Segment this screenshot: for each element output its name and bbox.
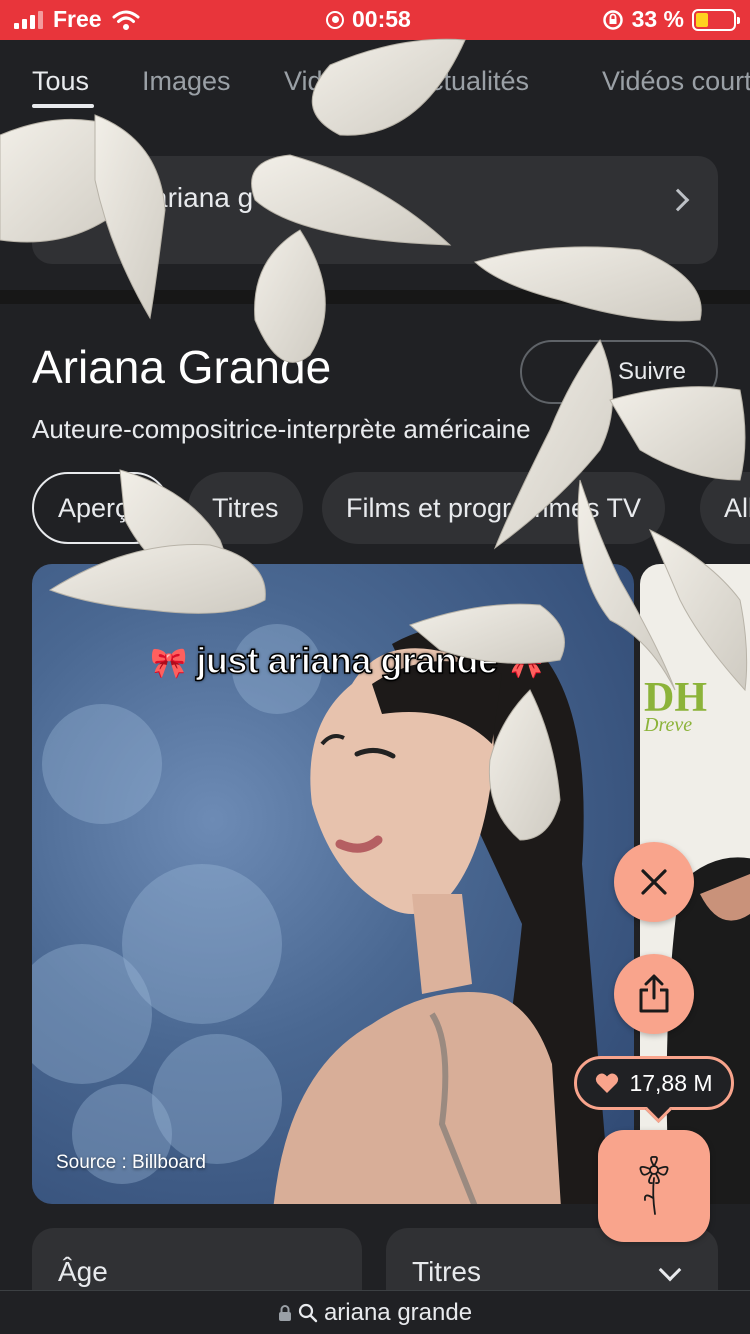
share-icon [639, 974, 669, 1013]
bow-emoji: 🎀 [150, 647, 187, 680]
chip-films-tv[interactable]: Films et programmes TV [322, 472, 666, 544]
tab-videos[interactable]: Vidéos [284, 66, 366, 97]
wifi-icon [112, 10, 140, 30]
secondary-image-logo-sub: Dreve [644, 714, 693, 736]
songs-card-label: Titres [412, 1256, 481, 1287]
active-tab-indicator [32, 104, 94, 108]
age-card-label: Âge [58, 1256, 108, 1287]
carrier-name: Free [53, 6, 102, 32]
chip-albums[interactable]: Albums [700, 472, 750, 544]
entity-title: Ariana Grande [32, 341, 332, 393]
section-divider [0, 290, 750, 304]
status-bar: Free 00:58 33 % [0, 0, 750, 40]
tab-images[interactable]: Images [142, 66, 231, 97]
tab-news[interactable]: Actualités [412, 66, 529, 97]
entity-chips: Aperçu Titres Films et programmes TV Alb… [0, 472, 750, 544]
video-caption-text: just ariana grande [196, 639, 499, 682]
image-source: Source : Billboard [56, 1152, 206, 1173]
entity-subtitle: Auteure-compositrice-interprète américai… [32, 414, 531, 444]
search-icon [298, 1303, 318, 1322]
chevron-down-icon [658, 1258, 682, 1282]
rotation-lock-icon [602, 9, 623, 30]
url-bar[interactable]: ariana grande [0, 1290, 750, 1334]
lock-icon [278, 1304, 291, 1321]
url-text: ariana grande [323, 1298, 473, 1326]
record-icon [326, 10, 344, 29]
chevron-right-icon [666, 188, 690, 212]
share-button[interactable] [614, 954, 694, 1034]
bow-emoji: 🎀 [507, 647, 544, 680]
tab-all[interactable]: Tous [32, 66, 89, 97]
like-count: 17,88 M [629, 1069, 713, 1096]
battery-percent: 33 % [631, 6, 684, 32]
battery-icon [692, 8, 740, 31]
search-tabs: Tous Images Vidéos Actualités Vidéos cou… [0, 40, 750, 120]
related-search-card[interactable]: ariana g [32, 156, 718, 264]
close-button[interactable] [614, 842, 694, 922]
portrait-illustration [273, 626, 611, 1204]
follow-button[interactable]: Suivre [520, 340, 718, 404]
chip-overview[interactable]: Aperçu [32, 472, 170, 544]
status-time: 00:58 [352, 6, 411, 32]
signal-icon [14, 10, 43, 29]
related-search-text: ariana g [152, 182, 254, 213]
tab-short-videos[interactable]: Vidéos courtes [602, 66, 750, 97]
close-icon [641, 869, 667, 895]
flower-icon [639, 1156, 669, 1215]
video-caption: 🎀 just ariana grande 🎀 [150, 639, 610, 682]
heart-icon [596, 1073, 619, 1093]
chip-songs[interactable]: Titres [188, 472, 303, 544]
flower-effect-button[interactable] [598, 1130, 710, 1242]
like-count-pill[interactable]: 17,88 M [574, 1056, 734, 1110]
